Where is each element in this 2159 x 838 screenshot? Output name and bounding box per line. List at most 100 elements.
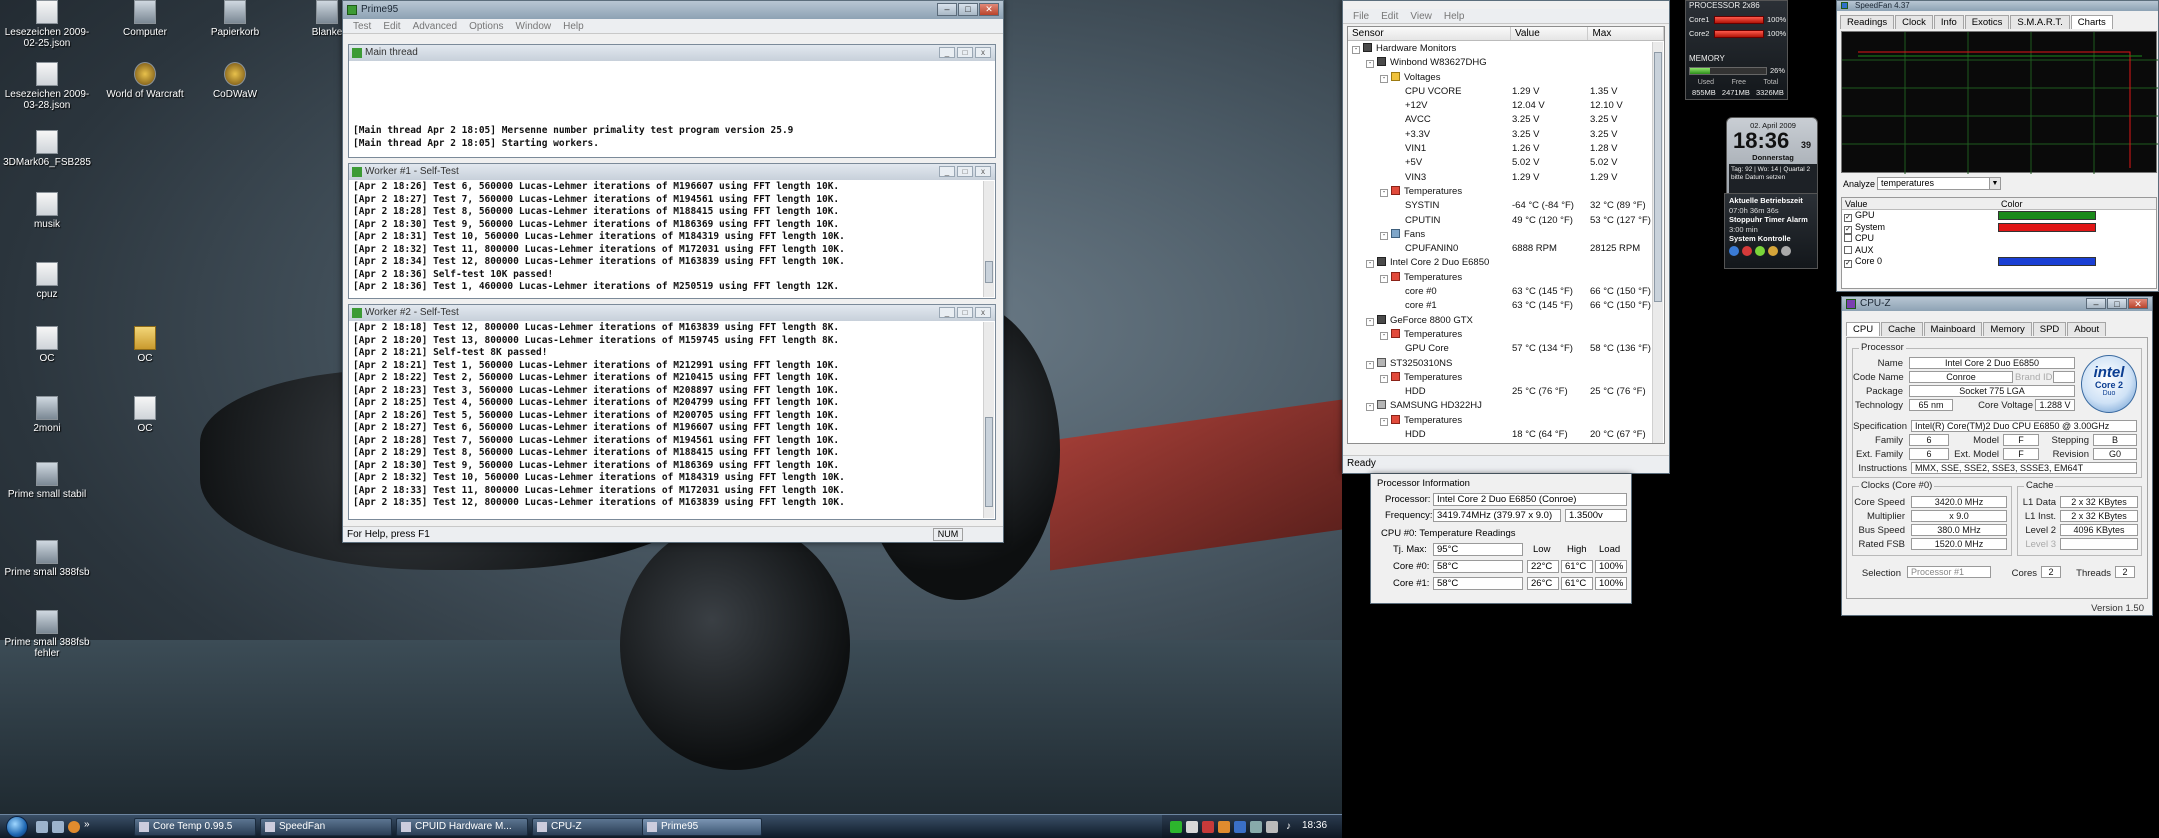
desktop-icon[interactable]: cpuz <box>2 262 92 300</box>
column-sensor[interactable]: Sensor <box>1348 27 1511 40</box>
sensor-row[interactable]: CPUFANIN0 6888 RPM 28125 RPM <box>1348 242 1664 256</box>
volume-icon[interactable]: ♪ <box>1286 821 1298 833</box>
tray-app-icon[interactable] <box>1186 821 1198 833</box>
mdi-restore-button[interactable]: □ <box>957 307 973 318</box>
mdi-restore-button[interactable]: □ <box>957 47 973 58</box>
desktop-icon[interactable]: World of Warcraft <box>100 62 190 100</box>
main-thread-window[interactable]: Main thread _ □ x [Main thread Apr 2 18:05… <box>348 44 996 158</box>
desktop-icon[interactable]: musik <box>2 192 92 230</box>
menu-window[interactable]: Window <box>510 19 558 33</box>
column-value[interactable]: Value <box>1511 27 1589 40</box>
sensor-row[interactable]: - Fans <box>1348 228 1664 242</box>
color-swatch[interactable] <box>1998 222 2096 232</box>
tray-network-icon[interactable] <box>1234 821 1246 833</box>
tray-security-icon[interactable] <box>1266 821 1278 833</box>
sensor-row[interactable]: - ST3250310NS <box>1348 357 1664 371</box>
tab-spd[interactable]: SPD <box>2032 322 2067 336</box>
menu-options[interactable]: Options <box>463 19 509 33</box>
desktop-icon[interactable]: 2moni <box>2 396 92 434</box>
sensor-list-item[interactable]: ✓ System <box>1842 222 2156 234</box>
collapse-toggle-icon[interactable]: - <box>1366 60 1374 69</box>
switch-windows-icon[interactable] <box>52 821 64 833</box>
tab-smart[interactable]: S.M.A.R.T. <box>2010 15 2070 29</box>
sensor-row[interactable]: VIN1 1.26 V 1.28 V <box>1348 142 1664 156</box>
sensor-list[interactable]: Value Color ✓ GPU ✓ System CPU AUX ✓ Core 0 <box>1841 197 2157 289</box>
desktop-icon[interactable]: Prime small 388fsb <box>2 540 92 578</box>
collapse-toggle-icon[interactable]: - <box>1380 188 1388 197</box>
sensor-row[interactable]: AVCC 3.25 V 3.25 V <box>1348 113 1664 127</box>
selection-select[interactable]: Processor #1 <box>1907 566 1991 578</box>
close-button[interactable]: ✕ <box>2128 298 2148 309</box>
analyze-select[interactable]: temperatures ▼ <box>1877 177 2001 190</box>
mdi-close-button[interactable]: x <box>975 307 991 318</box>
browser-icon[interactable] <box>68 821 80 833</box>
tab-memory[interactable]: Memory <box>1983 322 2032 336</box>
sensor-scrollbar[interactable] <box>1652 42 1663 443</box>
sensor-row[interactable]: VIN3 1.29 V 1.29 V <box>1348 171 1664 185</box>
desktop-icon[interactable]: Prime small stabil <box>2 462 92 500</box>
sensor-row[interactable]: - Intel Core 2 Duo E6850 <box>1348 256 1664 270</box>
taskbar-button[interactable]: SpeedFan <box>260 818 392 836</box>
show-desktop-icon[interactable] <box>36 821 48 833</box>
checked-checkbox[interactable]: ✓ <box>1844 260 1852 268</box>
collapse-toggle-icon[interactable]: - <box>1380 274 1388 283</box>
collapse-toggle-icon[interactable]: - <box>1380 417 1388 426</box>
sensor-row[interactable]: CPU VCORE 1.29 V 1.35 V <box>1348 85 1664 99</box>
sensor-row[interactable]: core #0 63 °C (145 °F) 66 °C (150 °F) <box>1348 285 1664 299</box>
scrollbar-thumb[interactable] <box>1654 52 1662 302</box>
tab-clock[interactable]: Clock <box>1895 15 1933 29</box>
desktop-icon[interactable]: Papierkorb <box>190 0 280 38</box>
menu-help[interactable]: Help <box>1438 9 1471 23</box>
maximize-button[interactable]: □ <box>958 3 978 16</box>
desktop-icon[interactable]: Lesezeichen 2009-03-28.json <box>2 62 92 111</box>
scrollbar-thumb[interactable] <box>985 417 993 507</box>
cpuz-titlebar[interactable]: CPU-Z – □ ✕ <box>1842 297 2152 311</box>
sensor-row[interactable]: HDD 18 °C (64 °F) 20 °C (67 °F) <box>1348 428 1664 442</box>
tab-readings[interactable]: Readings <box>1840 15 1895 29</box>
worker2-window[interactable]: Worker #2 - Self-Test _ □ x [Apr 2 18:18] … <box>348 304 996 520</box>
logoff-icon[interactable] <box>1781 245 1791 256</box>
mdi-minimize-button[interactable]: _ <box>939 307 955 318</box>
taskbar-button[interactable]: CPUID Hardware M... <box>396 818 528 836</box>
quicklaunch-more-icon[interactable]: » <box>84 819 90 830</box>
collapse-toggle-icon[interactable]: - <box>1366 360 1374 369</box>
tab-cpu[interactable]: CPU <box>1846 322 1881 336</box>
tab-cache[interactable]: Cache <box>1881 322 1923 336</box>
sensor-list-item[interactable]: ✓ GPU <box>1842 210 2156 222</box>
prime95-window[interactable]: Prime95 – □ ✕ Test Edit Advanced Options… <box>342 0 1004 543</box>
column-value[interactable]: Value <box>1842 198 1998 209</box>
sensor-row[interactable]: - Temperatures <box>1348 185 1664 199</box>
checkbox[interactable] <box>1844 245 1852 254</box>
speedfan-titlebar[interactable]: SpeedFan 4.37 <box>1837 1 2158 11</box>
start-button[interactable] <box>6 816 28 838</box>
sensor-list-item[interactable]: AUX <box>1842 245 2156 257</box>
sensor-row[interactable]: - Temperatures <box>1348 328 1664 342</box>
sensor-row[interactable]: core #1 63 °C (145 °F) 66 °C (150 °F) <box>1348 299 1664 313</box>
tab-info[interactable]: Info <box>1933 15 1964 29</box>
hwmonitor-window[interactable]: File Edit View Help Sensor Value Max - Ha… <box>1342 0 1670 474</box>
collapse-toggle-icon[interactable]: - <box>1352 46 1360 54</box>
collapse-toggle-icon[interactable]: - <box>1366 317 1374 326</box>
scrollbar-thumb[interactable] <box>985 261 993 283</box>
menu-edit[interactable]: Edit <box>1375 9 1404 23</box>
collapse-toggle-icon[interactable]: - <box>1380 374 1388 383</box>
prime95-titlebar[interactable]: Prime95 – □ ✕ <box>343 1 1003 19</box>
power-icon[interactable] <box>1729 245 1739 256</box>
tab-about[interactable]: About <box>2067 322 2107 336</box>
tray-update-icon[interactable] <box>1218 821 1230 833</box>
worker1-scrollbar[interactable] <box>983 181 994 297</box>
menu-advanced[interactable]: Advanced <box>407 19 463 33</box>
desktop-icon[interactable]: OC <box>100 326 190 364</box>
tray-clock[interactable]: 18:36 <box>1302 820 1327 831</box>
sensor-row[interactable]: GPU Core 57 °C (134 °F) 58 °C (136 °F) <box>1348 342 1664 356</box>
sensor-tree[interactable]: Sensor Value Max - Hardware Monitors - Winb… <box>1347 26 1665 444</box>
collapse-toggle-icon[interactable]: - <box>1380 231 1388 240</box>
sensor-row[interactable]: CPUTIN 49 °C (120 °F) 53 °C (127 °F) <box>1348 214 1664 228</box>
column-max[interactable]: Max <box>1588 27 1664 40</box>
taskbar-button[interactable]: Prime95 <box>642 818 762 836</box>
taskbar-button[interactable]: Core Temp 0.99.5 <box>134 818 256 836</box>
taskbar-button[interactable]: CPU-Z <box>532 818 658 836</box>
sensor-row[interactable]: - Temperatures <box>1348 414 1664 428</box>
lock-icon[interactable] <box>1768 245 1778 256</box>
desktop-icon[interactable]: Prime small 388fsb fehler <box>2 610 92 659</box>
